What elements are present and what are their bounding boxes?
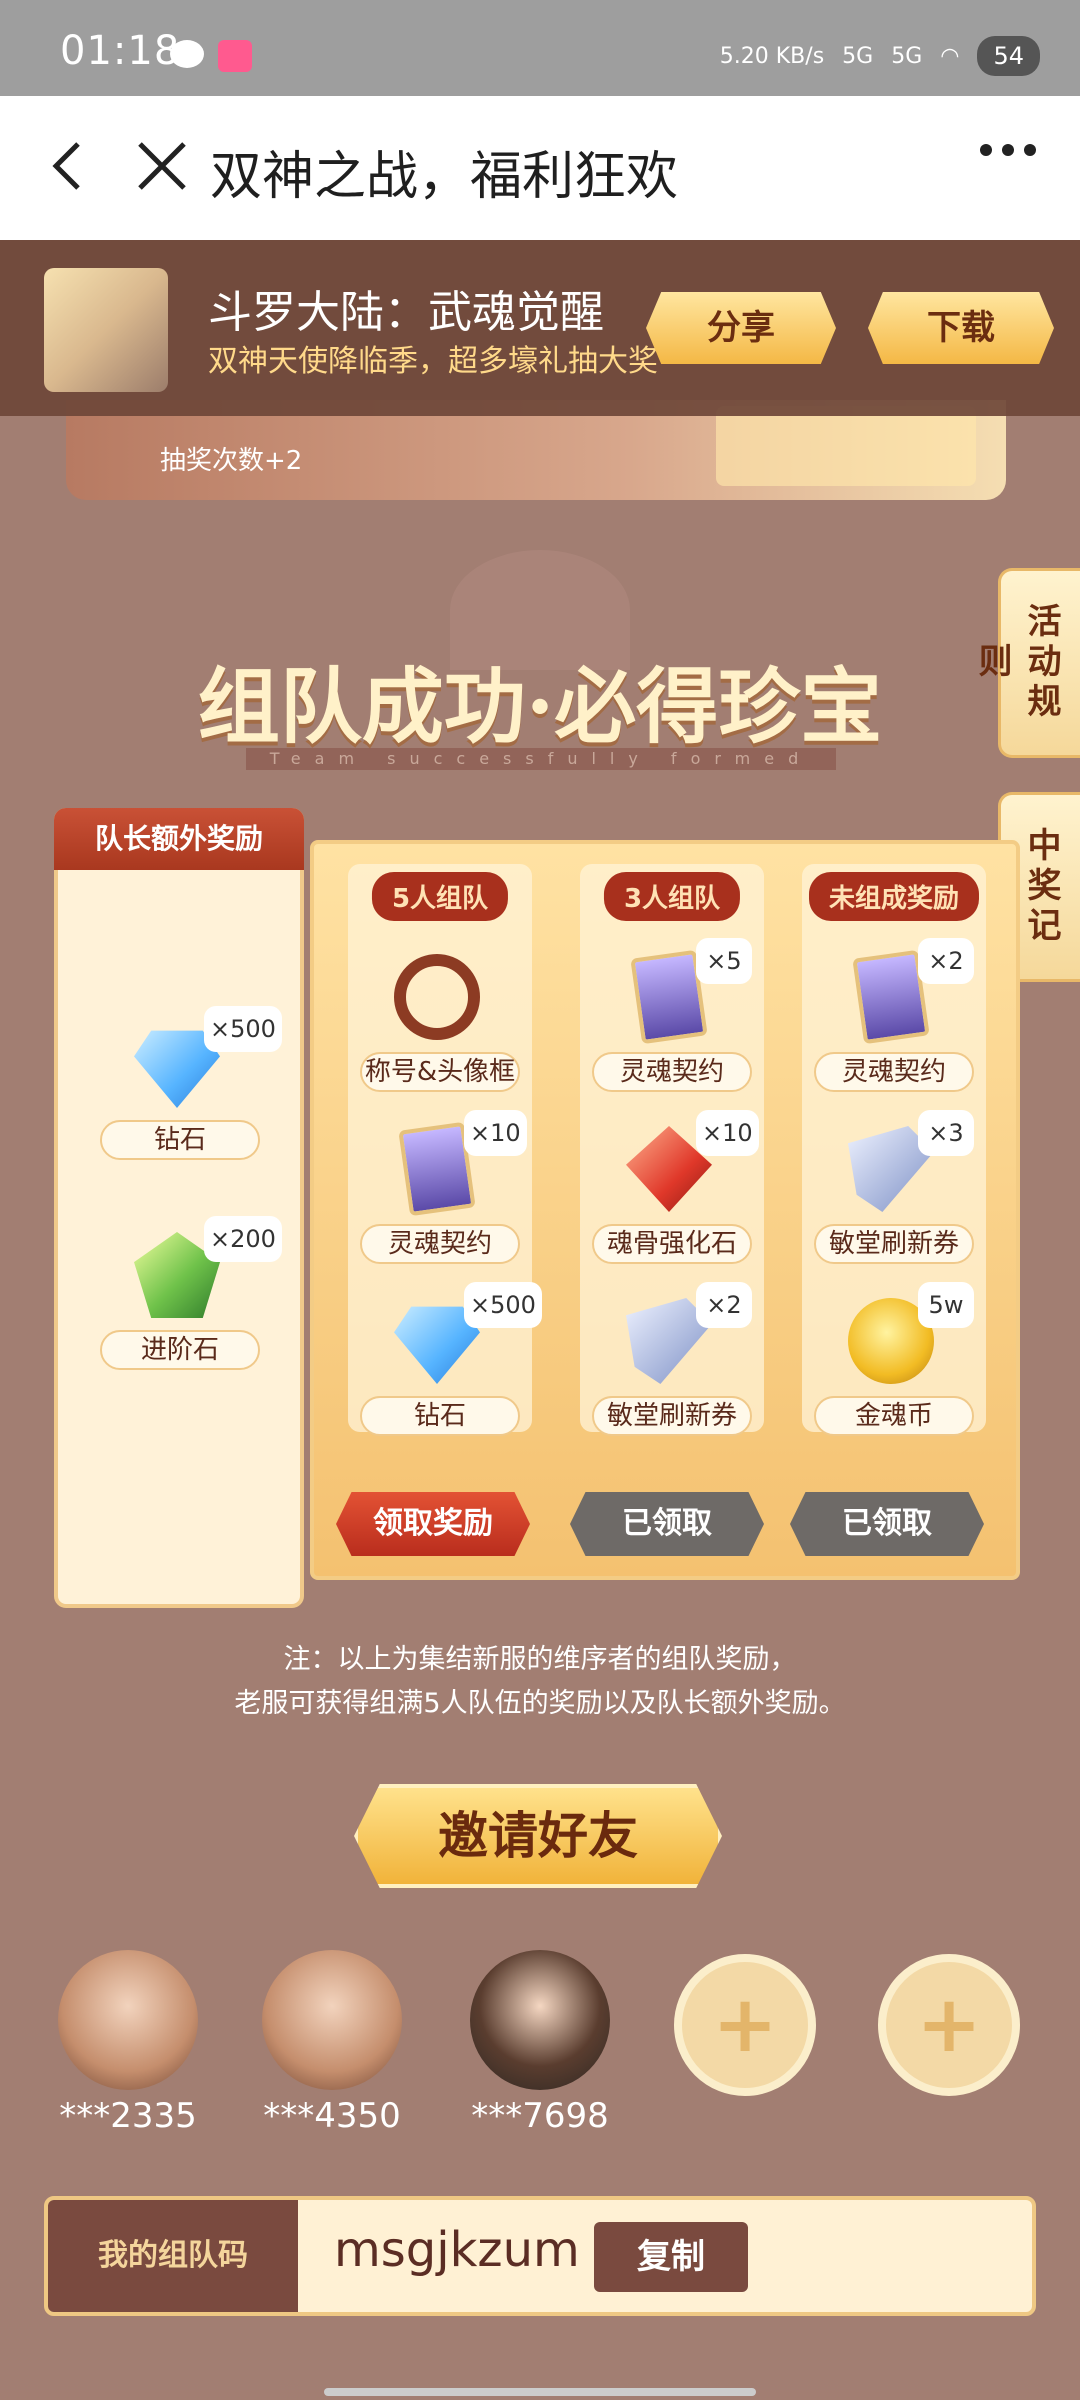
reward-label: 称号&头像框 <box>360 1052 520 1092</box>
team-code-bar: 我的组队码 msgjkzum 复制 <box>44 2196 1036 2316</box>
column-head: 3人组队 <box>603 872 741 921</box>
more-icon[interactable] <box>980 144 1036 156</box>
note-line-2: 老服可获得组满5人队伍的奖励以及队长额外奖励。 <box>234 1688 846 1719</box>
act-now-button[interactable] <box>716 406 976 486</box>
app-notification-icon <box>218 40 252 72</box>
app-name: 斗罗大陆：武魂觉醒 <box>208 287 604 338</box>
team-code-value: msgjkzum <box>334 2222 580 2278</box>
reward-label: 进阶石 <box>100 1330 260 1370</box>
reward-qty: ×3 <box>918 1110 974 1156</box>
leader-reward-tag: 队长额外奖励 <box>54 808 304 870</box>
reward-qty: ×2 <box>696 1282 752 1328</box>
reward-item: 称号&头像框 <box>354 944 526 1104</box>
status-indicators: 5.20 KB/s 5G 5G ◠ 54 <box>720 36 1040 76</box>
avatar <box>262 1950 402 2090</box>
reward-qty: ×5 <box>696 938 752 984</box>
tab-activity-rules[interactable]: 活动规则 <box>972 568 1080 758</box>
section-title: 组队成功·必得珍宝 <box>197 659 883 755</box>
member-id: ***7698 <box>471 2096 609 2136</box>
reward-label: 灵魂契约 <box>592 1052 752 1092</box>
reward-item: ×500 钻石 <box>94 1006 282 1172</box>
reward-qty: 5w <box>918 1282 974 1328</box>
wifi-icon: ◠ <box>940 43 960 69</box>
reward-item: ×200 进阶石 <box>94 1216 282 1382</box>
claim-reward-button[interactable]: 领取奖励 <box>336 1492 530 1556</box>
reward-item: ×500 钻石 <box>354 1282 542 1448</box>
status-time: 01:18 <box>60 28 181 74</box>
reward-qty: ×10 <box>696 1110 759 1156</box>
reward-note: 注：以上为集结新服的维序者的组队奖励， 老服可获得组满5人队伍的奖励以及队长额外… <box>0 1638 1080 1726</box>
reward-qty: ×500 <box>464 1282 542 1328</box>
reward-label: 灵魂契约 <box>814 1052 974 1092</box>
leader-reward-card: ×500 钻石 ×200 进阶石 <box>54 808 304 1608</box>
reward-item: ×5 灵魂契约 <box>586 938 758 1104</box>
reward-label: 灵魂契约 <box>360 1224 520 1264</box>
reward-item: 5w 金魂币 <box>808 1282 980 1448</box>
reward-item: ×10 魂骨强化石 <box>586 1110 759 1276</box>
reward-item: ×2 敏堂刷新券 <box>586 1282 758 1448</box>
team-member: ***2335 <box>58 1950 198 2136</box>
signal-5g-1: 5G <box>842 43 874 69</box>
reward-qty: ×10 <box>464 1110 527 1156</box>
reward-column-5: 5人组队 称号&头像框 ×10 灵魂契约 ×500 钻石 <box>348 864 542 1436</box>
title-frame-icon <box>394 954 480 1040</box>
reward-qty: ×2 <box>918 938 974 984</box>
reward-item: ×10 灵魂契约 <box>354 1110 527 1276</box>
avatar <box>58 1950 198 2090</box>
reward-label: 钻石 <box>360 1396 520 1436</box>
signal-5g-2: 5G <box>891 43 923 69</box>
member-id: ***4350 <box>263 2096 401 2136</box>
battery-icon: 54 <box>977 36 1040 76</box>
note-line-1: 注：以上为集结新服的维序者的组队奖励， <box>283 1644 797 1675</box>
claimed-button[interactable]: 已领取 <box>790 1492 984 1556</box>
team-code-label: 我的组队码 <box>48 2200 298 2312</box>
reward-column-3: 3人组队 ×5 灵魂契约 ×10 魂骨强化石 ×2 敏堂刷新券 <box>580 864 764 1436</box>
app-desc: 双神天使降临季，超多壕礼抽大奖 <box>208 344 658 379</box>
prev-card-text: 抽奖次数+2 <box>160 446 303 476</box>
reward-label: 金魂币 <box>814 1396 974 1436</box>
reward-label: 魂骨强化石 <box>592 1224 752 1264</box>
back-icon[interactable] <box>42 136 102 196</box>
reward-label: 敏堂刷新券 <box>814 1224 974 1264</box>
plus-icon: + <box>916 1980 982 2070</box>
claimed-button[interactable]: 已领取 <box>570 1492 764 1556</box>
reward-column-unformed: 未组成奖励 ×2 灵魂契约 ×3 敏堂刷新券 5w 金魂币 <box>802 864 986 1436</box>
share-button[interactable]: 分享 <box>646 292 836 364</box>
invite-friends-button[interactable]: 邀请好友 <box>354 1784 722 1888</box>
add-member-slot[interactable]: + <box>878 1954 1020 2096</box>
download-button[interactable]: 下载 <box>868 292 1054 364</box>
close-icon[interactable] <box>130 134 194 198</box>
reward-qty: ×500 <box>204 1006 282 1052</box>
add-member-slot[interactable]: + <box>674 1954 816 2096</box>
reward-item: ×3 敏堂刷新券 <box>808 1110 980 1276</box>
reward-label: 敏堂刷新券 <box>592 1396 752 1436</box>
app-banner: 斗罗大陆：武魂觉醒 双神天使降临季，超多壕礼抽大奖 分享 下载 <box>0 240 1080 416</box>
column-head: 未组成奖励 <box>808 872 980 921</box>
member-id: ***2335 <box>59 2096 197 2136</box>
avatar <box>470 1950 610 2090</box>
reward-board: 5人组队 称号&头像框 ×10 灵魂契约 ×500 钻石 3人组队 ×5 灵魂契… <box>310 840 1020 1580</box>
reward-item: ×2 灵魂契约 <box>808 938 980 1104</box>
copy-button[interactable]: 复制 <box>594 2222 748 2292</box>
net-speed: 5.20 KB/s <box>719 43 825 69</box>
column-head: 5人组队 <box>371 872 509 921</box>
team-member: ***4350 <box>262 1950 402 2136</box>
app-icon <box>44 268 168 392</box>
reward-qty: ×200 <box>204 1216 282 1262</box>
section-subtitle: Team successfully formed <box>246 748 836 770</box>
status-bar: 01:18 5.20 KB/s 5G 5G ◠ 54 <box>0 0 1080 96</box>
page-title: 双神之战，福利狂欢 <box>210 147 679 207</box>
message-icon <box>170 40 204 68</box>
title-bar: 双神之战，福利狂欢 <box>0 96 1080 240</box>
team-member: ***7698 <box>470 1950 610 2136</box>
reward-label: 钻石 <box>100 1120 260 1160</box>
plus-icon: + <box>712 1980 778 2070</box>
home-indicator[interactable] <box>324 2388 756 2396</box>
